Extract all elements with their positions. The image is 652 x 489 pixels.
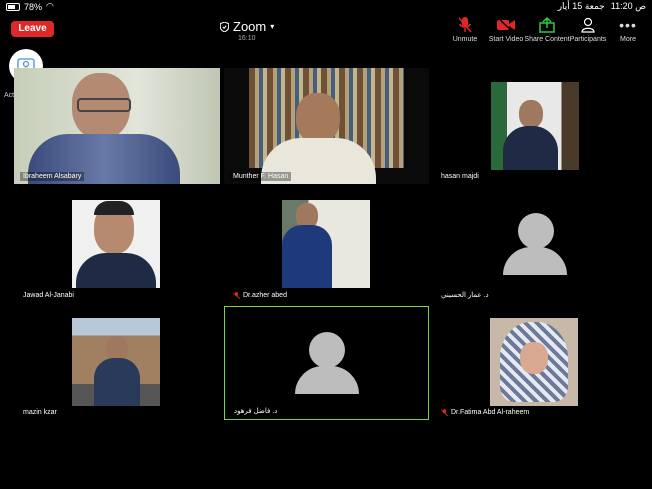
participant-name: hasan majdi [438,172,482,181]
video-off-icon [497,18,515,32]
meeting-duration: 16:10 [238,35,256,42]
mic-muted-icon [233,292,240,299]
leave-button[interactable]: Leave [11,21,54,37]
default-avatar-icon [309,332,345,368]
video-tile[interactable]: Ibraheem Alsabary [14,68,220,184]
video-tile[interactable]: Dr.azher abed [224,187,429,303]
video-tile[interactable]: د. عمار الحسيني [432,187,637,303]
more-icon: ••• [619,17,637,33]
video-tile[interactable]: Munther F. Hasan [224,68,429,184]
video-tile[interactable]: mazin kzar [14,306,220,420]
more-button[interactable]: ••• More [603,16,652,43]
mic-muted-icon [441,409,448,416]
participant-name: د. عمار الحسيني [438,290,492,300]
wifi-icon: ◠ [46,1,54,11]
meeting-toolbar: Leave Zoom ▾ 16:10 Unmute Start Video Sh… [0,14,652,46]
battery-icon [6,2,20,11]
meeting-title[interactable]: Zoom ▾ [220,19,280,34]
video-tile-active-speaker[interactable]: د. فاضل فرهود [224,306,429,420]
participant-name: Jawad Al-Janabi [20,291,77,300]
status-time: 11:20 ص [610,1,646,11]
participant-name: Dr.Fatima Abd Al-raheem [438,408,533,417]
more-label: More [620,36,636,43]
video-tile[interactable]: Jawad Al-Janabi [14,187,220,303]
participants-icon [581,17,595,33]
chevron-down-icon: ▾ [270,22,275,31]
mic-muted-icon [458,17,472,33]
unmute-label: Unmute [452,36,478,43]
video-tile[interactable]: Dr.Fatima Abd Al-raheem [432,306,637,420]
shield-icon [220,21,229,32]
participant-name: Dr.azher abed [230,291,290,300]
participant-name: Munther F. Hasan [230,172,292,181]
title-text: Zoom [233,19,267,34]
participant-name: د. فاضل فرهود [231,406,281,416]
status-date: جمعة 15 أيار [557,1,605,11]
status-bar: 78% ◠ جمعة 15 أيار 11:20 ص [0,0,652,14]
default-avatar-icon [518,213,554,249]
battery-percent: 78% [24,1,43,12]
participant-name: mazin kzar [20,408,60,417]
participants-label: Participants [569,36,607,43]
share-icon [539,17,555,33]
participant-name: Ibraheem Alsabary [20,172,85,181]
start-video-label: Start Video [488,36,524,43]
video-tile[interactable]: hasan majdi [432,68,637,184]
